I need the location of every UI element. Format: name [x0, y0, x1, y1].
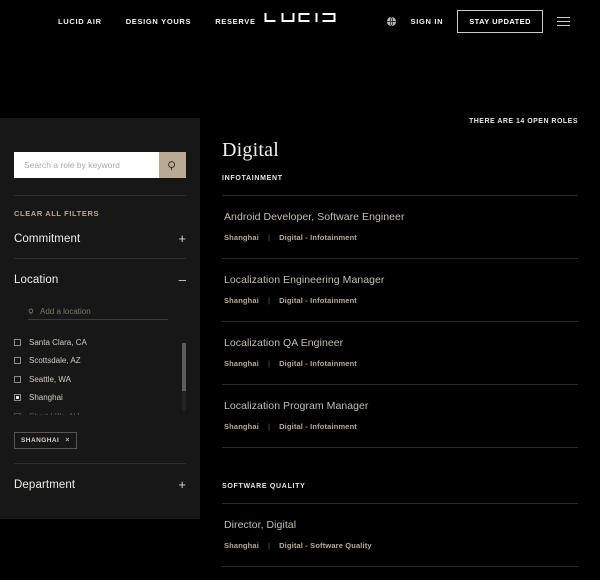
- logo-letter-d: [323, 13, 336, 22]
- job-meta: Shanghai | Digital - Infotainment: [224, 233, 578, 242]
- job-row[interactable]: Android Developer, Software Engineer Sha…: [222, 196, 578, 245]
- job-location: Shanghai: [224, 422, 259, 431]
- job-meta: Shanghai | Digital - Infotainment: [224, 296, 578, 305]
- globe-icon[interactable]: [386, 16, 397, 27]
- job-title: Android Developer, Software Engineer: [224, 211, 578, 223]
- job-department: Digital - Infotainment: [279, 296, 357, 305]
- logo-letter-c: [299, 13, 312, 22]
- clear-all-filters-button[interactable]: CLEAR ALL FILTERS: [14, 209, 186, 218]
- search-input[interactable]: [14, 152, 159, 178]
- separator: |: [268, 359, 270, 368]
- job-title: Localization Program Manager: [224, 400, 578, 412]
- logo-letter-l: [265, 13, 278, 22]
- collapse-icon-location[interactable]: –: [179, 273, 186, 286]
- job-title: Localization QA Engineer: [224, 337, 578, 349]
- search-icon: [167, 160, 178, 171]
- expand-icon-commitment[interactable]: +: [178, 232, 186, 245]
- separator: |: [268, 541, 270, 550]
- nav-link-design-yours[interactable]: DESIGN YOURS: [126, 17, 191, 26]
- location-option-scottsdale[interactable]: Scottsdale, AZ: [14, 352, 186, 371]
- checkbox[interactable]: [14, 357, 21, 364]
- location-options-list[interactable]: Santa Clara, CA Scottsdale, AZ Seattle, …: [14, 333, 186, 415]
- separator: |: [268, 422, 270, 431]
- search-icon: [28, 308, 35, 315]
- location-option-santa-clara[interactable]: Santa Clara, CA: [14, 333, 186, 352]
- lucid-logo[interactable]: [265, 13, 336, 22]
- job-location: Shanghai: [224, 541, 259, 550]
- job-row[interactable]: Localization QA Engineer Shanghai | Digi…: [222, 322, 578, 371]
- section-label-department: Department: [14, 479, 75, 491]
- nav-actions: SIGN IN STAY UPDATED: [386, 0, 570, 43]
- filter-section-department[interactable]: Department +: [14, 464, 186, 504]
- job-department: Digital - Infotainment: [279, 359, 357, 368]
- job-location: Shanghai: [224, 359, 259, 368]
- location-label: Seattle, WA: [29, 375, 71, 384]
- hamburger-icon[interactable]: [557, 17, 570, 26]
- checkbox-checked[interactable]: [14, 394, 21, 401]
- job-department: Digital - Infotainment: [279, 233, 357, 242]
- search-button[interactable]: [159, 152, 186, 178]
- location-label: Scottsdale, AZ: [29, 356, 81, 365]
- nav-link-reserve[interactable]: RESERVE: [215, 17, 255, 26]
- scrollbar-thumb[interactable]: [182, 343, 186, 391]
- chip-label: SHANGHAI: [21, 437, 59, 444]
- open-roles-count: THERE ARE 14 OPEN ROLES: [222, 104, 578, 125]
- filter-sidebar: CLEAR ALL FILTERS Commitment + Location …: [0, 118, 200, 519]
- separator: |: [268, 233, 270, 242]
- category-label-infotainment: INFOTAINMENT: [222, 175, 578, 182]
- job-row[interactable]: Director, Digital Shanghai | Digital - S…: [222, 504, 578, 553]
- location-search: [28, 307, 168, 320]
- logo-letter-u: [282, 13, 295, 22]
- job-location: Shanghai: [224, 233, 259, 242]
- location-label: Shanghai: [29, 393, 63, 402]
- job-department: Digital - Software Quality: [279, 541, 372, 550]
- location-option-seattle[interactable]: Seattle, WA: [14, 370, 186, 389]
- job-title: Director, Digital: [224, 519, 578, 531]
- job-department: Digital - Infotainment: [279, 422, 357, 431]
- job-listings: THERE ARE 14 OPEN ROLES Digital INFOTAIN…: [200, 104, 600, 580]
- checkbox[interactable]: [14, 339, 21, 346]
- location-option-shanghai[interactable]: Shanghai: [14, 389, 186, 408]
- nav-link-lucid-air[interactable]: LUCID AIR: [58, 17, 102, 26]
- job-meta: Shanghai | Digital - Infotainment: [224, 359, 578, 368]
- job-meta: Shanghai | Digital - Software Quality: [224, 541, 578, 550]
- filter-section-commitment[interactable]: Commitment +: [14, 218, 186, 258]
- job-meta: Shanghai | Digital - Infotainment: [224, 422, 578, 431]
- location-label: Santa Clara, CA: [29, 338, 87, 347]
- stay-updated-button[interactable]: STAY UPDATED: [457, 10, 543, 34]
- filter-chip-shanghai[interactable]: SHANGHAI ×: [14, 432, 77, 449]
- location-label: Short Hills, NJ: [29, 412, 80, 415]
- separator: |: [268, 296, 270, 305]
- job-row[interactable]: Localization Engineering Manager Shangha…: [222, 259, 578, 308]
- section-label-commitment: Commitment: [14, 233, 80, 245]
- location-option-short-hills[interactable]: Short Hills, NJ: [14, 407, 186, 415]
- nav-links: LUCID AIR DESIGN YOURS RESERVE: [58, 0, 256, 43]
- sign-in-link[interactable]: SIGN IN: [411, 17, 444, 26]
- logo-letter-i: [316, 13, 319, 22]
- job-row[interactable]: Localization Program Manager Shanghai | …: [222, 385, 578, 434]
- department-heading-digital: Digital: [222, 139, 578, 162]
- filter-section-location[interactable]: Location –: [14, 259, 186, 299]
- divider: [14, 195, 186, 196]
- role-search: [14, 152, 186, 178]
- close-icon[interactable]: ×: [65, 437, 70, 444]
- spacer: [222, 448, 578, 470]
- job-location: Shanghai: [224, 296, 259, 305]
- category-label-software-quality: SOFTWARE QUALITY: [222, 483, 578, 490]
- selected-filter-chips: SHANGHAI ×: [14, 429, 186, 449]
- checkbox[interactable]: [14, 413, 21, 415]
- top-navigation: LUCID AIR DESIGN YOURS RESERVE: [0, 0, 600, 43]
- expand-icon-department[interactable]: +: [178, 478, 186, 491]
- section-label-location: Location: [14, 274, 58, 286]
- page-root: LUCID AIR DESIGN YOURS RESERVE: [0, 0, 600, 580]
- checkbox[interactable]: [14, 376, 21, 383]
- job-title: Localization Engineering Manager: [224, 274, 578, 286]
- location-search-input[interactable]: [40, 307, 168, 316]
